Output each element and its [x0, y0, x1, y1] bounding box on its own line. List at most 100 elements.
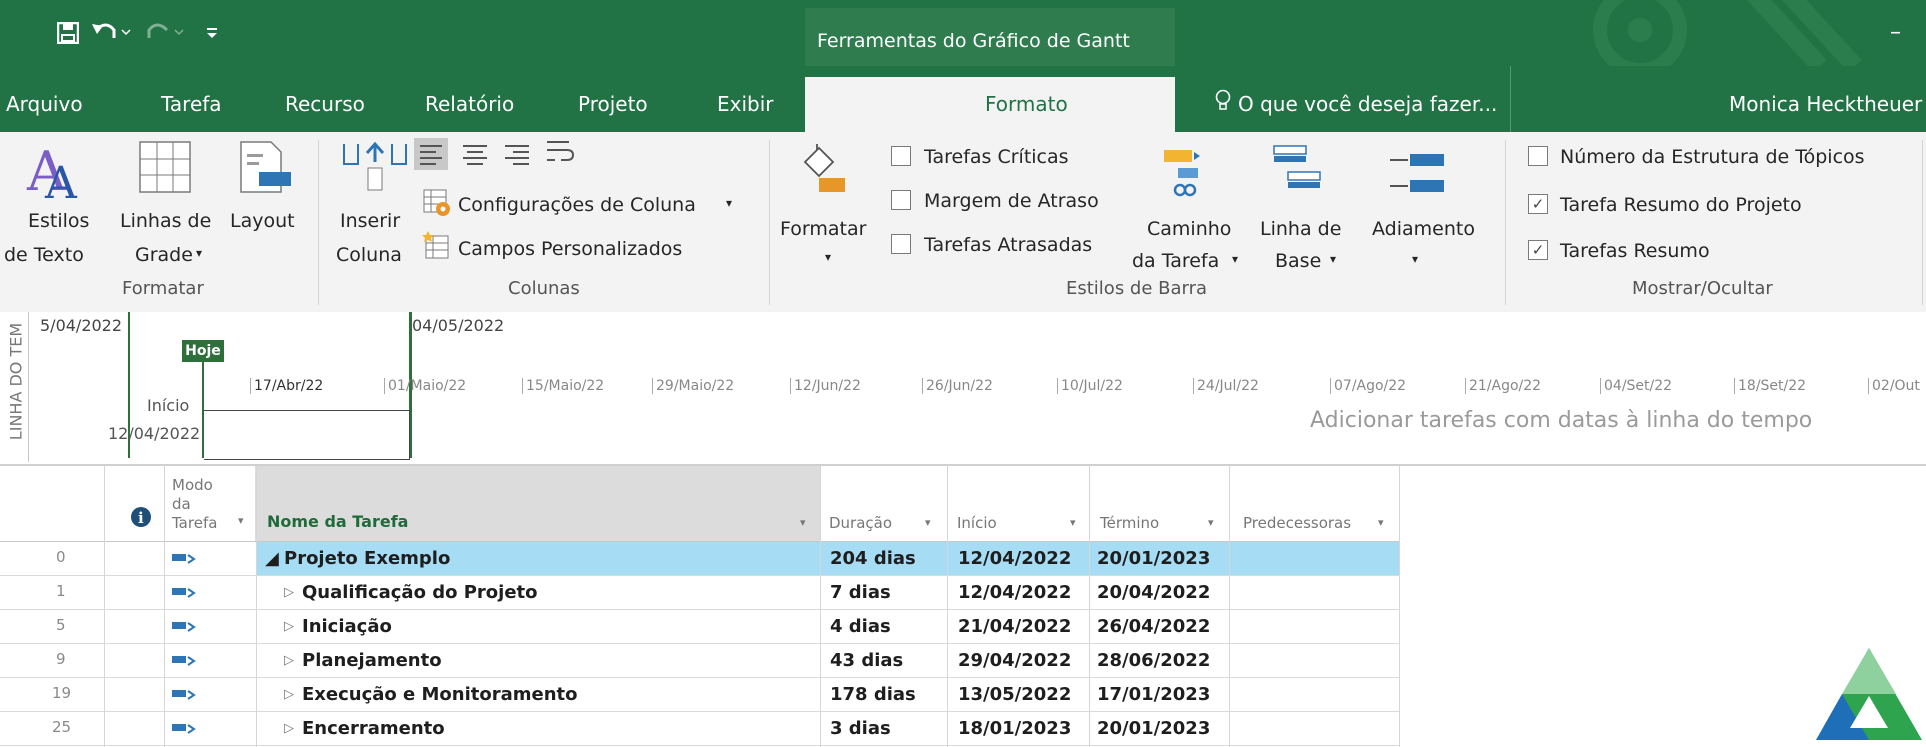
linhas-grade-label-2[interactable]: Grade: [135, 244, 193, 266]
tab-projeto[interactable]: Projeto: [578, 92, 648, 116]
user-name[interactable]: Monica Hecktheuer: [1729, 92, 1922, 116]
expand-icon[interactable]: ▷: [284, 721, 294, 736]
collapse-icon[interactable]: ◢: [265, 548, 279, 569]
align-right-icon[interactable]: [500, 138, 534, 170]
chevron-down-icon[interactable]: ▾: [825, 250, 831, 264]
inserir-coluna-label-2[interactable]: Coluna: [336, 244, 402, 266]
table-row[interactable]: 0 ◢ Projeto Exemplo 204 dias 12/04/2022 …: [0, 542, 1399, 576]
task-start[interactable]: 12/04/2022: [958, 548, 1071, 569]
save-icon[interactable]: [57, 22, 79, 44]
chevron-down-icon[interactable]: ▾: [726, 196, 732, 210]
task-end[interactable]: 20/01/2023: [1097, 548, 1210, 569]
baseline-icon[interactable]: [1272, 144, 1324, 196]
linha-base-label-1[interactable]: Linha de: [1260, 218, 1341, 240]
tab-formato[interactable]: Formato: [985, 92, 1068, 116]
timeline-bar[interactable]: [204, 410, 410, 460]
linha-base-label-2[interactable]: Base: [1275, 250, 1321, 272]
tab-arquivo[interactable]: Arquivo: [6, 92, 83, 116]
gridlines-icon[interactable]: [138, 140, 192, 194]
termino-header[interactable]: Término: [1100, 514, 1159, 532]
task-duration[interactable]: 204 dias: [830, 548, 916, 569]
slippage-icon[interactable]: [1388, 150, 1448, 200]
align-center-icon[interactable]: [458, 138, 492, 170]
estilos-texto-label-1[interactable]: Estilos: [28, 210, 89, 232]
tarefas-atrasadas-label[interactable]: Tarefas Atrasadas: [924, 234, 1092, 256]
table-row[interactable]: 25 ▷ Encerramento 3 dias 18/01/2023 20/0…: [0, 712, 1399, 746]
tab-exibir[interactable]: Exibir: [717, 92, 774, 116]
format-bar-icon[interactable]: [795, 142, 855, 202]
chevron-down-icon[interactable]: ▾: [925, 516, 931, 529]
align-left-button[interactable]: [414, 138, 448, 170]
tarefas-resumo-checkbox[interactable]: ✓: [1528, 240, 1548, 260]
layout-label[interactable]: Layout: [230, 210, 295, 232]
wrap-text-icon[interactable]: [543, 136, 577, 170]
tab-tarefa[interactable]: Tarefa: [161, 92, 222, 116]
tarefas-criticas-label[interactable]: Tarefas Críticas: [924, 146, 1069, 168]
chevron-down-icon[interactable]: ▾: [800, 516, 806, 529]
undo-icon[interactable]: [92, 20, 132, 44]
task-start[interactable]: 29/04/2022: [958, 650, 1071, 671]
margem-atraso-checkbox[interactable]: [891, 190, 911, 210]
configuracoes-coluna-button[interactable]: Configurações de Coluna: [458, 194, 696, 216]
chevron-down-icon[interactable]: ▾: [1208, 516, 1214, 529]
table-row[interactable]: 9 ▷ Planejamento 43 dias 29/04/2022 28/0…: [0, 644, 1399, 678]
modo-header-1[interactable]: Modo: [172, 476, 213, 494]
chevron-down-icon[interactable]: ▾: [238, 514, 244, 527]
modo-header-3[interactable]: Tarefa: [172, 514, 217, 532]
task-start[interactable]: 18/01/2023: [958, 718, 1071, 739]
text-styles-icon[interactable]: A A: [25, 140, 85, 202]
numero-estrutura-label[interactable]: Número da Estrutura de Tópicos: [1560, 146, 1865, 168]
duracao-header[interactable]: Duração: [829, 514, 892, 532]
nome-tarefa-header[interactable]: Nome da Tarefa: [267, 512, 408, 531]
chevron-down-icon[interactable]: ▾: [1412, 252, 1418, 266]
layout-icon[interactable]: [237, 140, 293, 194]
task-duration[interactable]: 7 dias: [830, 582, 891, 603]
expand-icon[interactable]: ▷: [284, 687, 294, 702]
table-row[interactable]: 1 ▷ Qualificação do Projeto 7 dias 12/04…: [0, 576, 1399, 610]
adiamento-button[interactable]: Adiamento: [1372, 218, 1475, 240]
tarefas-resumo-label[interactable]: Tarefas Resumo: [1560, 240, 1710, 262]
tarefas-criticas-checkbox[interactable]: [891, 146, 911, 166]
modo-header-2[interactable]: da: [172, 495, 191, 513]
task-start[interactable]: 21/04/2022: [958, 616, 1071, 637]
campos-personalizados-button[interactable]: Campos Personalizados: [458, 238, 682, 260]
task-duration[interactable]: 43 dias: [830, 650, 903, 671]
minimize-button[interactable]: –: [1890, 20, 1901, 45]
inicio-header[interactable]: Início: [957, 514, 997, 532]
task-end[interactable]: 20/01/2023: [1097, 718, 1210, 739]
task-name[interactable]: Execução e Monitoramento: [302, 684, 578, 705]
linhas-grade-label-1[interactable]: Linhas de: [120, 210, 211, 232]
redo-icon[interactable]: [145, 20, 185, 44]
table-row[interactable]: 19 ▷ Execução e Monitoramento 178 dias 1…: [0, 678, 1399, 712]
caminho-tarefa-label-1[interactable]: Caminho: [1147, 218, 1231, 240]
task-start[interactable]: 12/04/2022: [958, 582, 1071, 603]
task-start[interactable]: 13/05/2022: [958, 684, 1071, 705]
task-duration[interactable]: 3 dias: [830, 718, 891, 739]
chevron-down-icon[interactable]: ▾: [196, 246, 202, 260]
tab-recurso[interactable]: Recurso: [285, 92, 365, 116]
task-end[interactable]: 17/01/2023: [1097, 684, 1210, 705]
table-row[interactable]: 5 ▷ Iniciação 4 dias 21/04/2022 26/04/20…: [0, 610, 1399, 644]
predecessoras-header[interactable]: Predecessoras: [1243, 514, 1351, 532]
tarefa-resumo-projeto-label[interactable]: Tarefa Resumo do Projeto: [1560, 194, 1802, 216]
chevron-down-icon[interactable]: ▾: [1232, 252, 1238, 266]
numero-estrutura-checkbox[interactable]: [1528, 146, 1548, 166]
chevron-down-icon[interactable]: ▾: [1070, 516, 1076, 529]
column-settings-icon[interactable]: [422, 188, 452, 218]
margem-atraso-label[interactable]: Margem de Atraso: [924, 190, 1099, 212]
tell-me-box[interactable]: O que você deseja fazer...: [1238, 92, 1497, 116]
expand-icon[interactable]: ▷: [284, 585, 294, 600]
expand-icon[interactable]: ▷: [284, 653, 294, 668]
caminho-tarefa-label-2[interactable]: da Tarefa: [1132, 250, 1219, 272]
tarefa-resumo-projeto-checkbox[interactable]: ✓: [1528, 194, 1548, 214]
task-end[interactable]: 28/06/2022: [1097, 650, 1210, 671]
task-end[interactable]: 20/04/2022: [1097, 582, 1210, 603]
task-name[interactable]: Projeto Exemplo: [284, 548, 450, 569]
custom-fields-icon[interactable]: [422, 230, 452, 260]
insert-column-icon[interactable]: [340, 140, 410, 192]
chevron-down-icon[interactable]: ▾: [1378, 516, 1384, 529]
customize-icon[interactable]: [205, 22, 219, 42]
critical-path-icon[interactable]: [1160, 144, 1210, 202]
formatar-button[interactable]: Formatar: [780, 218, 866, 240]
tab-relatorio[interactable]: Relatório: [425, 92, 514, 116]
